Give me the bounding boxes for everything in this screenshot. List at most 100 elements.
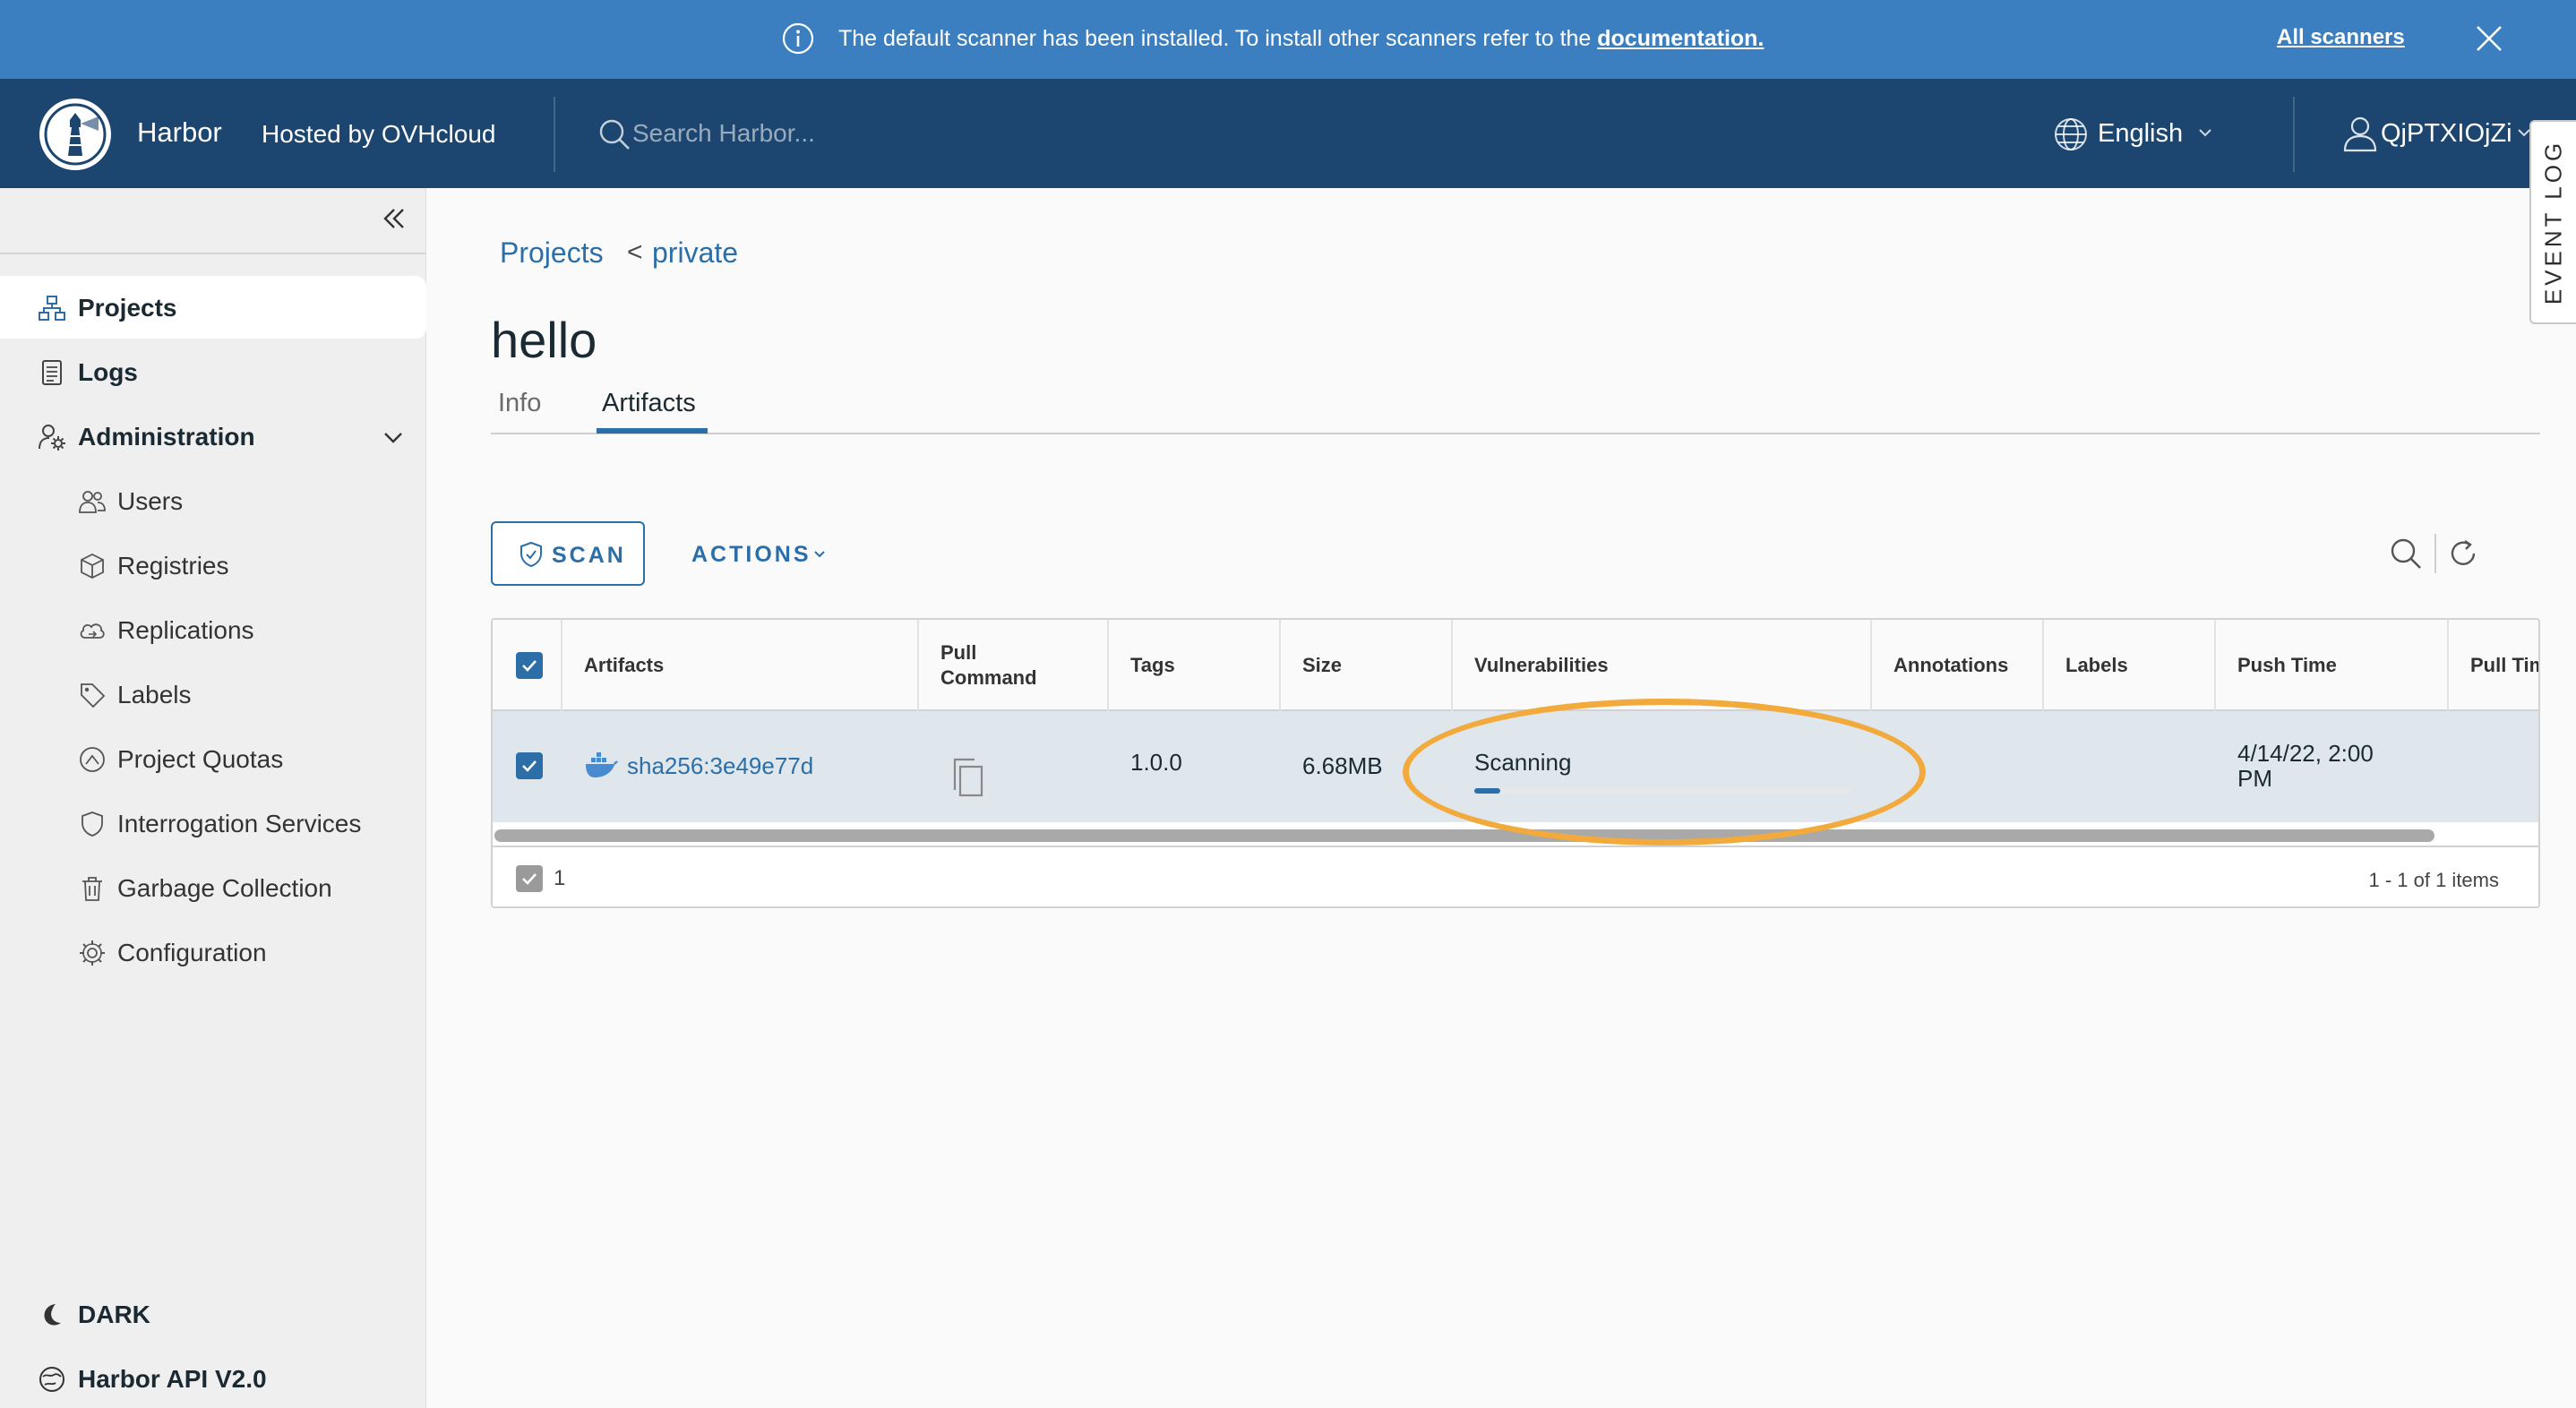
all-scanners-link[interactable]: All scanners [2277, 23, 2405, 52]
close-icon[interactable] [2474, 23, 2504, 54]
user-menu[interactable]: QjPTXIOjZi [2381, 116, 2512, 150]
sidebar-item-label: Replications [117, 616, 254, 644]
collapse-sidebar-icon[interactable] [378, 202, 410, 235]
refresh-icon[interactable] [2445, 536, 2481, 571]
dark-mode-toggle[interactable]: DARK [0, 1288, 426, 1342]
breadcrumb-projects[interactable]: Projects [500, 235, 604, 270]
scan-progress-fill [1474, 788, 1501, 794]
column-header-artifacts[interactable]: Artifacts [561, 620, 917, 711]
global-search-input[interactable] [632, 113, 1009, 154]
column-header-pull-time[interactable]: Pull Tim [2447, 620, 2538, 711]
registries-icon [81, 553, 104, 580]
projects-icon [39, 296, 65, 321]
info-banner: The default scanner has been installed. … [0, 0, 2576, 79]
sidebar-item-label: Garbage Collection [117, 874, 332, 902]
logs-icon [42, 360, 62, 385]
event-log-label: EVENT LOG [2539, 139, 2567, 305]
sidebar-item-garbage-collection[interactable]: Garbage Collection [0, 856, 426, 919]
select-all-checkbox[interactable] [516, 652, 543, 679]
scan-button-label: SCAN [552, 543, 626, 568]
documentation-link[interactable]: documentation. [1597, 26, 1764, 51]
pagination-info: 1 - 1 of 1 items [2368, 869, 2499, 891]
project-quotas-icon [80, 747, 105, 772]
check-icon [522, 760, 537, 772]
artifact-digest-link[interactable]: sha256:3e49e77d [627, 752, 813, 779]
sidebar-item-label: Labels [117, 681, 192, 708]
search-icon[interactable] [2388, 536, 2424, 571]
tab-artifacts[interactable]: Artifacts [602, 385, 696, 421]
artifact-tags: 1.0.0 [1130, 749, 1182, 776]
moon-icon [44, 1304, 61, 1326]
administration-icon [39, 425, 65, 451]
sidebar-item-label: Interrogation Services [117, 810, 362, 837]
horizontal-scrollbar[interactable] [494, 829, 2434, 842]
harbor-logo-icon[interactable] [38, 97, 113, 172]
shield-check-icon [520, 541, 542, 568]
brand-name: Harbor [137, 116, 222, 148]
column-header-label: Pull [940, 641, 977, 664]
sidebar-item-labels[interactable]: Labels [0, 663, 426, 725]
sidebar-item-administration[interactable]: Administration [0, 405, 426, 468]
copy-icon[interactable] [949, 756, 985, 799]
dark-mode-label: DARK [78, 1301, 150, 1328]
event-log-tab[interactable]: EVENT LOG [2529, 120, 2576, 324]
sidebar-item-label: Users [117, 487, 184, 515]
column-header-labels[interactable]: Labels [2042, 620, 2214, 711]
check-icon [522, 873, 537, 885]
harbor-api-link[interactable]: Harbor API V2.0 [0, 1352, 426, 1406]
sidebar-item-registries[interactable]: Registries [0, 534, 426, 597]
replications-icon [80, 623, 105, 639]
user-icon [2343, 116, 2377, 152]
chevron-down-icon [2199, 129, 2211, 137]
chevron-down-icon [384, 433, 402, 443]
sidebar-item-project-quotas[interactable]: Project Quotas [0, 727, 426, 790]
selection-count-checkbox [516, 865, 543, 892]
labels-icon [81, 683, 106, 708]
hosted-by: Hosted by OVHcloud [262, 120, 496, 148]
active-tab-indicator [597, 428, 708, 434]
column-header-annotations[interactable]: Annotations [1870, 620, 2042, 711]
sidebar-item-label: Administration [78, 423, 255, 451]
column-header-tags[interactable]: Tags [1107, 620, 1279, 711]
sidebar-item-label: Configuration [117, 939, 267, 966]
interrogation-services-icon [82, 811, 103, 837]
column-header-pull-command[interactable]: Pull Command [917, 620, 1107, 711]
header-divider [2293, 97, 2295, 172]
column-header-label: Command [940, 666, 1037, 689]
language-selector[interactable]: English [2098, 116, 2183, 150]
selected-count: 1 [554, 866, 566, 890]
users-icon [79, 491, 106, 513]
sidebar-item-interrogation-services[interactable]: Interrogation Services [0, 792, 426, 854]
api-icon [39, 1367, 64, 1392]
info-icon [782, 22, 814, 55]
header-divider [554, 97, 555, 172]
sidebar-item-configuration[interactable]: Configuration [0, 921, 426, 983]
sidebar-item-logs[interactable]: Logs [0, 340, 426, 403]
sidebar-item-label: Registries [117, 552, 229, 580]
table-row[interactable]: sha256:3e49e77d 1.0.0 6.68MB Scanning 4/… [493, 711, 2538, 822]
scan-button[interactable]: SCAN [491, 521, 645, 586]
column-header-vulnerabilities[interactable]: Vulnerabilities [1451, 620, 1870, 711]
top-header: Harbor Hosted by OVHcloud English QjPTXI… [0, 79, 2576, 188]
column-header-size[interactable]: Size [1279, 620, 1451, 711]
configuration-icon [80, 940, 105, 966]
scan-progress-bar [1474, 788, 1850, 794]
sidebar-item-label: Projects [78, 294, 177, 322]
tab-info[interactable]: Info [498, 385, 541, 421]
sidebar-item-users[interactable]: Users [0, 469, 426, 532]
harbor-api-label: Harbor API V2.0 [78, 1365, 267, 1393]
check-icon [522, 660, 537, 672]
docker-icon [586, 752, 618, 777]
sidebar-item-replications[interactable]: Replications [0, 598, 426, 661]
vulnerability-status: Scanning [1474, 749, 1572, 776]
garbage-collection-icon [82, 877, 102, 901]
table-footer: 1 1 - 1 of 1 items [493, 846, 2538, 906]
actions-dropdown[interactable]: ACTIONS [691, 541, 811, 568]
tab-rule [491, 433, 2540, 434]
chevron-down-icon [814, 551, 825, 558]
breadcrumb-private[interactable]: private [652, 235, 738, 270]
column-header-push-time[interactable]: Push Time [2214, 620, 2447, 711]
sidebar-item-projects[interactable]: Projects [0, 276, 426, 339]
row-checkbox[interactable] [516, 752, 543, 779]
table-header: Artifacts Pull Command Tags Size Vulnera… [493, 620, 2538, 711]
